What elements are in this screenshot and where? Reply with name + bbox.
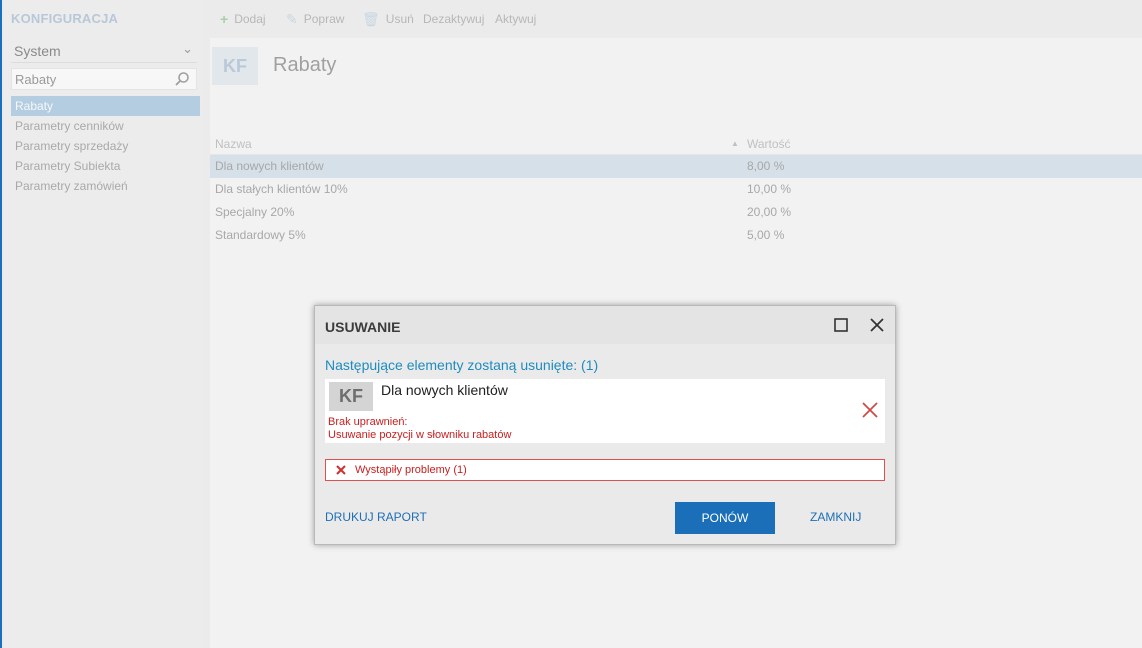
sidebar-item-parametry-subiekta[interactable]: Parametry Subiekta xyxy=(11,156,200,176)
column-header-name[interactable]: Nazwa xyxy=(215,134,252,154)
item-badge: KF xyxy=(329,382,373,411)
page-badge: KF xyxy=(212,47,258,85)
pencil-icon: ✎ xyxy=(286,11,298,27)
problems-text: Wystąpiły problemy (1) xyxy=(355,464,467,476)
sidebar-item-parametry-cennikow[interactable]: Parametry cenników xyxy=(11,116,200,136)
maximize-icon[interactable] xyxy=(834,318,848,332)
sidebar-search-value: Rabaty xyxy=(15,72,57,87)
sort-ascending-icon: ▲ xyxy=(731,139,739,148)
discount-table: Nazwa ▲ Wartość Dla nowych klientów 8,00… xyxy=(210,134,1142,247)
module-select[interactable]: System ⌄ xyxy=(11,40,197,63)
add-button[interactable]: + Dodaj xyxy=(220,10,266,28)
table-header: Nazwa ▲ Wartość xyxy=(210,134,1142,155)
edit-button[interactable]: ✎ Popraw xyxy=(286,10,344,28)
trash-icon: 🗑 xyxy=(362,11,380,27)
cell-name: Dla stałych klientów 10% xyxy=(215,182,348,196)
error-x-icon xyxy=(335,464,347,476)
sidebar-title: KONFIGURACJA xyxy=(11,11,119,26)
close-button[interactable]: ZAMKNIJ xyxy=(810,510,861,524)
cell-name: Standardowy 5% xyxy=(215,228,306,242)
column-header-value[interactable]: Wartość xyxy=(747,134,791,154)
deleted-item: KF Dla nowych klientów Brak uprawnień: U… xyxy=(325,379,885,443)
chevron-down-icon: ⌄ xyxy=(182,41,193,56)
close-icon[interactable] xyxy=(870,318,884,332)
retry-button[interactable]: PONÓW xyxy=(675,502,775,534)
item-error-detail: Usuwanie pozycji w słowniku rabatów xyxy=(328,429,512,441)
dialog-title: USUWANIE xyxy=(325,319,401,335)
dialog-header: USUWANIE xyxy=(315,306,895,344)
table-row[interactable]: Dla nowych klientów 8,00 % xyxy=(210,155,1142,178)
delete-button-label: Usuń xyxy=(385,12,414,26)
remove-item-icon[interactable] xyxy=(861,401,879,419)
cell-name: Specjalny 20% xyxy=(215,205,295,219)
cell-name: Dla nowych klientów xyxy=(215,159,324,173)
sidebar: KONFIGURACJA System ⌄ Rabaty Rabaty Para… xyxy=(2,0,202,648)
table-row[interactable]: Dla stałych klientów 10% 10,00 % xyxy=(210,178,1142,201)
add-button-label: Dodaj xyxy=(234,12,266,26)
problems-bar[interactable]: Wystąpiły problemy (1) xyxy=(325,459,885,481)
page-title: Rabaty xyxy=(273,54,337,76)
cell-value: 5,00 % xyxy=(747,228,785,242)
module-select-value: System xyxy=(14,43,61,59)
print-report-button[interactable]: DRUKUJ RAPORT xyxy=(325,510,427,524)
sidebar-item-parametry-sprzedazy[interactable]: Parametry sprzedaży xyxy=(11,136,200,156)
sidebar-item-parametry-zamowien[interactable]: Parametry zamówień xyxy=(11,176,200,196)
search-icon[interactable] xyxy=(174,71,190,87)
cell-value: 20,00 % xyxy=(747,205,792,219)
sidebar-search-input[interactable]: Rabaty xyxy=(11,68,197,90)
deactivate-button[interactable]: Dezaktywuj xyxy=(423,10,484,28)
plus-icon: + xyxy=(220,11,229,27)
table-row[interactable]: Standardowy 5% 5,00 % xyxy=(210,224,1142,247)
item-name: Dla nowych klientów xyxy=(381,382,508,398)
toolbar: + Dodaj ✎ Popraw 🗑 Usuń Dezaktywuj Aktywuj xyxy=(202,0,1142,38)
table-row[interactable]: Specjalny 20% 20,00 % xyxy=(210,201,1142,224)
cell-value: 10,00 % xyxy=(747,182,792,196)
delete-button[interactable]: 🗑 Usuń xyxy=(362,10,414,28)
delete-dialog: USUWANIE Następujące elementy zostaną us… xyxy=(314,305,896,545)
sidebar-item-rabaty[interactable]: Rabaty xyxy=(11,96,200,116)
cell-value: 8,00 % xyxy=(747,159,785,173)
edit-button-label: Popraw xyxy=(303,12,345,26)
item-error-title: Brak uprawnień: xyxy=(328,416,408,428)
activate-button[interactable]: Aktywuj xyxy=(495,10,536,28)
sidebar-list: Rabaty Parametry cenników Parametry sprz… xyxy=(11,96,200,196)
dialog-subtitle: Następujące elementy zostaną usunięte: (… xyxy=(325,357,599,373)
